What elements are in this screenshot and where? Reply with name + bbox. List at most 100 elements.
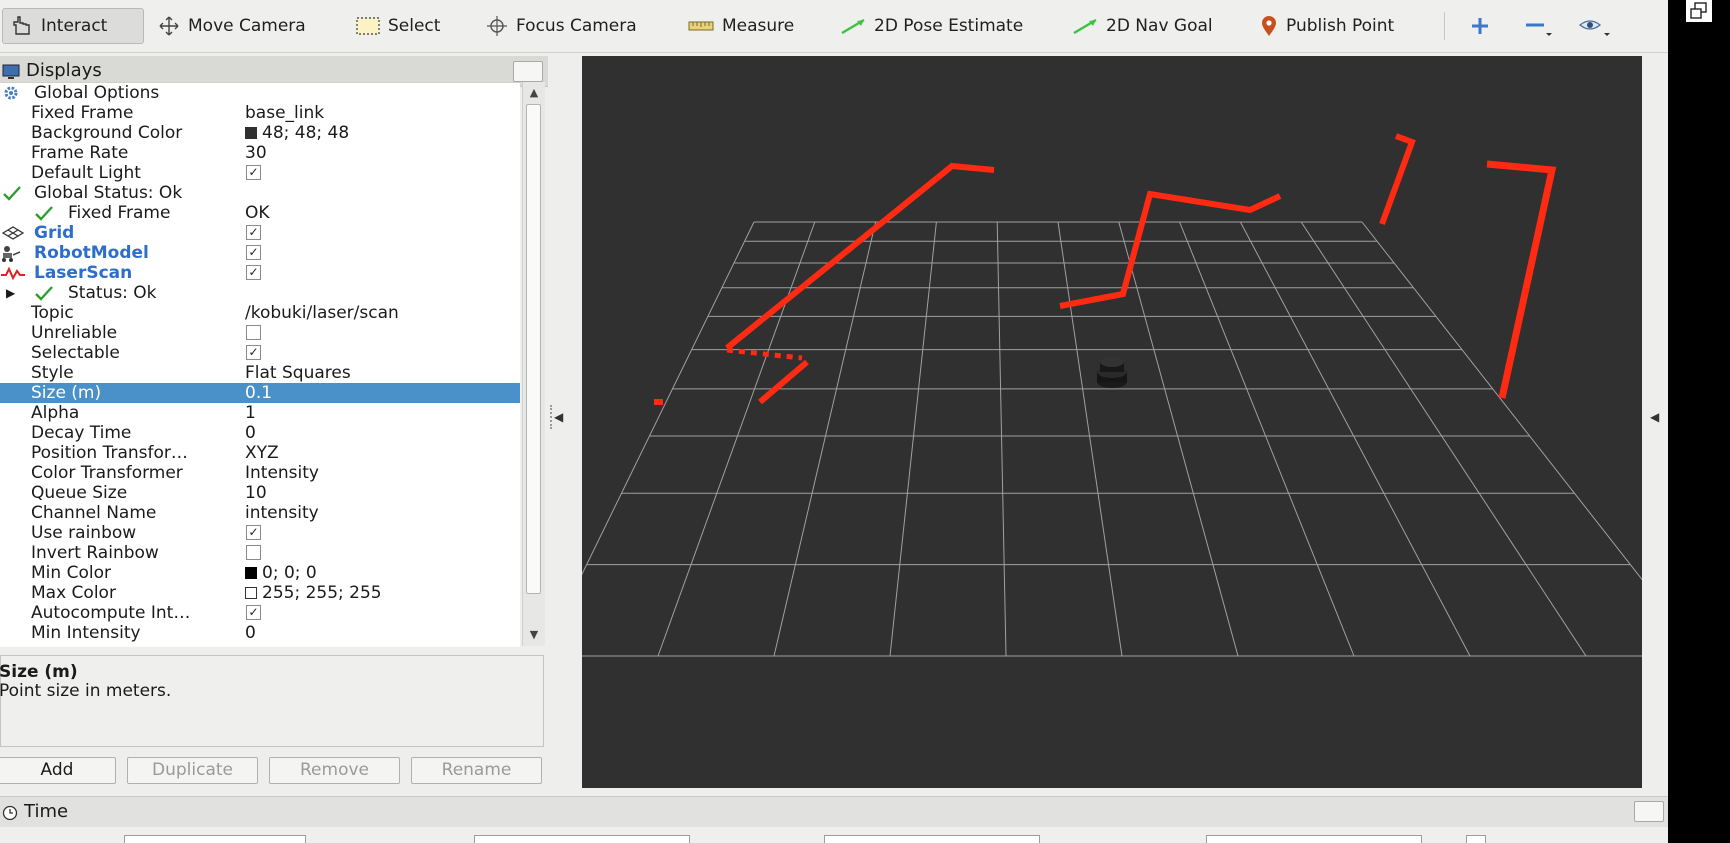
checkbox[interactable]: ✓: [246, 265, 261, 280]
plus-icon: [1472, 18, 1488, 34]
scrollbar-thumb[interactable]: [526, 104, 541, 594]
row-value[interactable]: 255; 255; 255: [245, 583, 382, 603]
select-tool[interactable]: Select: [348, 8, 456, 44]
row-value[interactable]: intensity: [245, 503, 319, 523]
row-value[interactable]: 0; 0; 0: [245, 563, 317, 583]
tree-row-topic[interactable]: Topic /kobuki/laser/scan: [0, 303, 520, 323]
undock-button[interactable]: [1634, 801, 1664, 822]
laser-scan-icon: [1, 266, 25, 281]
grid-line: [657, 221, 816, 657]
grid-line: [1057, 221, 1123, 657]
checkbox[interactable]: [246, 325, 261, 340]
tree-row-autocompute-intensity[interactable]: Autocompute Int… ✓: [0, 603, 520, 623]
row-value[interactable]: 0.1: [245, 383, 272, 403]
row-value[interactable]: 48; 48; 48: [245, 123, 349, 143]
row-name: Grid: [34, 223, 75, 243]
add-button[interactable]: Add: [0, 757, 116, 784]
scene-canvas[interactable]: [582, 56, 1642, 788]
map-pin-icon: [1262, 16, 1276, 36]
ros-time-field[interactable]: [124, 835, 306, 843]
row-value[interactable]: 30: [245, 143, 267, 163]
tree-row-background-color[interactable]: Background Color 48; 48; 48: [0, 123, 520, 143]
tree-row-style[interactable]: Style Flat Squares: [0, 363, 520, 383]
move-camera-tool[interactable]: Move Camera: [150, 8, 322, 44]
row-name: Use rainbow: [31, 523, 137, 543]
tree-row-grid[interactable]: Grid ✓: [0, 223, 520, 243]
pose-estimate-tool[interactable]: 2D Pose Estimate: [832, 8, 1036, 44]
row-name: Channel Name: [31, 503, 157, 523]
tree-row-min-intensity[interactable]: Min Intensity 0: [0, 623, 520, 643]
tree-row-min-color[interactable]: Min Color 0; 0; 0: [0, 563, 520, 583]
tree-row-max-color[interactable]: Max Color 255; 255; 255: [0, 583, 520, 603]
remove-tool-button[interactable]: [1516, 8, 1556, 44]
tree-row-color-transformer[interactable]: Color Transformer Intensity: [0, 463, 520, 483]
tree-row-queue-size[interactable]: Queue Size 10: [0, 483, 520, 503]
checkbox[interactable]: [246, 545, 261, 560]
tree-row-decay-time[interactable]: Decay Time 0: [0, 423, 520, 443]
tree-row-global-status[interactable]: Global Status: Ok: [0, 183, 520, 203]
tree-row-use-rainbow[interactable]: Use rainbow ✓: [0, 523, 520, 543]
tree-row-position-transformer[interactable]: Position Transfor… XYZ: [0, 443, 520, 463]
row-value[interactable]: 1: [245, 403, 256, 423]
row-name: LaserScan: [34, 263, 133, 283]
checkbox[interactable]: ✓: [246, 345, 261, 360]
hand-pointer-icon: [13, 16, 30, 35]
tree-row-size[interactable]: Size (m) 0.1: [0, 383, 520, 403]
scroll-up-arrow-icon[interactable]: ▲: [525, 84, 543, 102]
checkbox[interactable]: ✓: [246, 605, 261, 620]
nav-goal-tool[interactable]: 2D Nav Goal: [1064, 8, 1224, 44]
row-value[interactable]: base_link: [245, 103, 324, 123]
publish-point-tool[interactable]: Publish Point: [1252, 8, 1416, 44]
wall-time-field[interactable]: [824, 835, 1040, 843]
tree-row-global-options[interactable]: Global Options: [0, 83, 520, 103]
ros-elapsed-field[interactable]: [474, 835, 690, 843]
row-value[interactable]: /kobuki/laser/scan: [245, 303, 399, 323]
restore-window-icon[interactable]: [1686, 0, 1712, 22]
interact-tool[interactable]: Interact: [2, 8, 144, 44]
checkbox[interactable]: ✓: [246, 225, 261, 240]
tree-row-fixed-frame[interactable]: Fixed Frame base_link: [0, 103, 520, 123]
checkbox[interactable]: ✓: [246, 165, 261, 180]
tree-row-laserscan[interactable]: LaserScan ✓: [0, 263, 520, 283]
tree-row-frame-rate[interactable]: Frame Rate 30: [0, 143, 520, 163]
undock-button[interactable]: [513, 61, 543, 82]
row-value[interactable]: Intensity: [245, 463, 319, 483]
experimental-checkbox[interactable]: [1466, 835, 1486, 843]
row-value[interactable]: Flat Squares: [245, 363, 351, 383]
checkbox[interactable]: ✓: [246, 245, 261, 260]
collapse-right-arrow-icon[interactable]: ◀: [1650, 410, 1659, 424]
measure-tool[interactable]: Measure: [680, 8, 804, 44]
tree-row-status-ok[interactable]: ▶ Status: Ok: [0, 283, 520, 303]
row-value[interactable]: 10: [245, 483, 267, 503]
monitor-icon: [2, 64, 20, 79]
add-tool-button[interactable]: [1462, 8, 1494, 44]
duplicate-button[interactable]: Duplicate: [127, 757, 258, 784]
rename-button[interactable]: Rename: [411, 757, 542, 784]
tree-row-selectable[interactable]: Selectable ✓: [0, 343, 520, 363]
checkbox[interactable]: ✓: [246, 525, 261, 540]
row-value[interactable]: XYZ: [245, 443, 279, 463]
tree-scrollbar[interactable]: ▲ ▼: [522, 82, 545, 646]
focus-camera-tool[interactable]: Focus Camera: [478, 8, 656, 44]
displays-tree[interactable]: Global Options Fixed Frame base_link Bac…: [0, 82, 520, 647]
tree-row-status-fixed-frame[interactable]: Fixed Frame OK: [0, 203, 520, 223]
expand-arrow-icon[interactable]: ▶: [6, 283, 15, 303]
collapse-left-arrow-icon[interactable]: ◀: [554, 410, 563, 424]
robot-model: [1097, 357, 1127, 388]
view-options-button[interactable]: [1570, 8, 1614, 44]
check-icon: [35, 286, 53, 301]
focus-camera-label: Focus Camera: [516, 16, 637, 36]
remove-button[interactable]: Remove: [269, 757, 400, 784]
tree-row-robotmodel[interactable]: RobotModel ✓: [0, 243, 520, 263]
tree-row-invert-rainbow[interactable]: Invert Rainbow: [0, 543, 520, 563]
wall-elapsed-field[interactable]: [1206, 835, 1422, 843]
scroll-down-arrow-icon[interactable]: ▼: [525, 626, 543, 644]
row-value[interactable]: 0: [245, 623, 256, 643]
render-viewport[interactable]: [582, 56, 1642, 788]
time-title: Time: [24, 801, 69, 822]
tree-row-alpha[interactable]: Alpha 1: [0, 403, 520, 423]
tree-row-default-light[interactable]: Default Light ✓: [0, 163, 520, 183]
tree-row-channel-name[interactable]: Channel Name intensity: [0, 503, 520, 523]
tree-row-unreliable[interactable]: Unreliable: [0, 323, 520, 343]
row-value[interactable]: 0: [245, 423, 256, 443]
